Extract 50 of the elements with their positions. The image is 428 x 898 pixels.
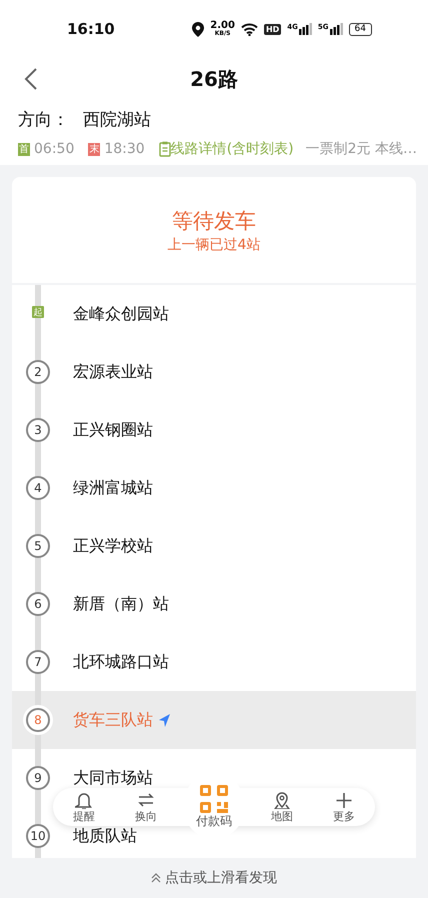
- stop-name[interactable]: 大同市场站: [73, 769, 153, 787]
- stop-number: 10: [26, 824, 50, 848]
- location-icon: [192, 22, 204, 36]
- stop-number: 8: [26, 708, 50, 732]
- stop-name[interactable]: 金峰众创园站: [73, 305, 169, 323]
- stop-name[interactable]: 正兴钢圈站: [73, 421, 153, 439]
- start-badge: 起: [32, 306, 44, 318]
- waiting-status: 等待发车: [172, 208, 256, 235]
- qr-code-icon: [199, 784, 229, 814]
- direction-value: 西院湖站: [83, 108, 151, 130]
- network-speed: 2.00: [210, 21, 235, 31]
- nav-button[interactable]: 提醒: [59, 791, 109, 823]
- hd-badge: HD: [264, 24, 282, 34]
- last-bus-time: 18:30: [104, 141, 145, 157]
- first-bus-badge: 首: [18, 142, 30, 156]
- stop-number: 2: [26, 360, 50, 384]
- navigation-arrow-icon: [159, 714, 171, 726]
- map-pin-icon: [273, 791, 291, 809]
- page-title: 26路: [190, 66, 238, 92]
- stop-name[interactable]: 宏源表业站: [73, 363, 153, 381]
- stop-number: 4: [26, 476, 50, 500]
- stop-number: 3: [26, 418, 50, 442]
- time: 16:10: [67, 20, 115, 38]
- signal-icon: [330, 23, 343, 35]
- stop-number: 9: [26, 766, 50, 790]
- nav-button[interactable]: 换向: [121, 791, 171, 823]
- direction-label: 方向：: [18, 108, 69, 130]
- signal-icon: [298, 23, 312, 35]
- chevron-up-icon: [151, 873, 161, 883]
- stop-name[interactable]: 北环城路口站: [73, 653, 169, 671]
- discover-hint: 点击或上滑看发现: [165, 869, 277, 887]
- nav-button[interactable]: 地图: [257, 791, 307, 823]
- stop-name[interactable]: 绿洲富城站: [73, 479, 153, 497]
- stop-number: 5: [26, 534, 50, 558]
- stop-number: 6: [26, 592, 50, 616]
- last-bus-badge: 末: [88, 142, 100, 156]
- stop-name[interactable]: 正兴学校站: [73, 537, 153, 555]
- wifi-icon: [240, 22, 258, 36]
- nav-button[interactable]: 更多: [319, 791, 369, 823]
- fare-info: 一票制2元 本线…: [306, 140, 418, 158]
- stop-number: 7: [26, 650, 50, 674]
- stop-name[interactable]: 地质队站: [73, 827, 137, 845]
- bell-icon: [75, 791, 93, 809]
- plus-icon: [335, 791, 353, 809]
- swap-icon: [137, 791, 155, 809]
- battery-level: 64: [348, 22, 372, 36]
- stop-name[interactable]: 新厝（南）站: [73, 595, 169, 613]
- first-bus-time: 06:50: [34, 141, 74, 157]
- previous-bus-info: 上一辆已过4站: [168, 236, 260, 254]
- document-icon: [158, 141, 171, 157]
